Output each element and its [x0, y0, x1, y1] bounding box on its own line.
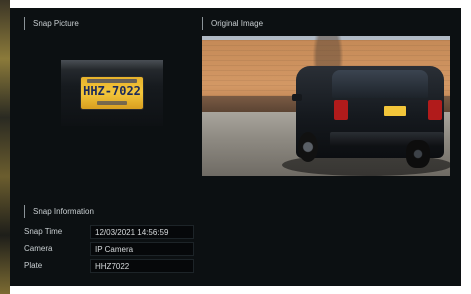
plate-label: Plate: [24, 261, 43, 270]
car-wheel-left: [298, 132, 318, 162]
plate-field: HHZ7022: [90, 259, 194, 273]
camera-label: Camera: [24, 244, 53, 253]
snap-picture-title: Snap Picture: [24, 17, 79, 30]
car-side-mirror: [292, 94, 302, 101]
snap-detail-panel: Snap Picture Original Image HHZ-7022 Sna…: [10, 8, 461, 286]
snap-information-title: Snap Information: [24, 205, 94, 218]
car-taillight-left: [334, 100, 348, 120]
plate-header-band: [87, 79, 137, 83]
car-rear-window: [332, 70, 428, 98]
bumper-detail: [61, 60, 163, 70]
license-plate-text: HHZ-7022: [83, 84, 141, 98]
snap-picture-image[interactable]: HHZ-7022: [61, 60, 163, 126]
plate-footer-band: [97, 101, 127, 105]
license-plate: HHZ-7022: [81, 77, 143, 109]
page: Snap Picture Original Image HHZ-7022 Sna…: [0, 0, 471, 294]
background-photo-edge: [0, 0, 10, 294]
camera-field: IP Camera: [90, 242, 194, 256]
car-license-plate: [384, 106, 406, 116]
car-taillight-right: [428, 100, 442, 120]
original-image-title: Original Image: [202, 17, 263, 30]
snap-time-field: 12/03/2021 14:56:59: [90, 225, 194, 239]
snap-time-label: Snap Time: [24, 227, 63, 236]
original-image[interactable]: [202, 36, 450, 176]
car-wheel-right: [406, 140, 430, 168]
